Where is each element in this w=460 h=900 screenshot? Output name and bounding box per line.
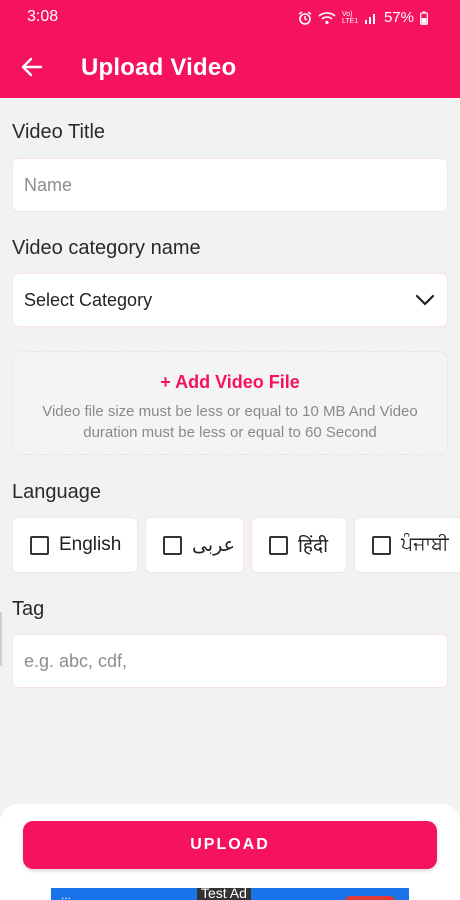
language-label: Language xyxy=(12,481,101,503)
ad-cta-button[interactable] xyxy=(345,896,395,900)
language-option-punjabi[interactable]: ਪੰਜਾਬੀ xyxy=(354,517,460,573)
tag-label: Tag xyxy=(12,598,45,620)
upload-button[interactable]: UPLOAD xyxy=(23,821,437,869)
wifi-icon xyxy=(318,11,336,25)
signal-icon xyxy=(364,11,378,25)
category-selected-value: Select Category xyxy=(24,289,153,310)
network-label: Vo) LTE1 xyxy=(341,10,359,25)
checkbox-icon xyxy=(30,535,49,555)
category-label: Video category name xyxy=(12,237,201,259)
tag-field[interactable] xyxy=(12,634,448,688)
video-file-hint: Video file size must be less or equal to… xyxy=(42,403,418,441)
chevron-down-icon xyxy=(415,294,435,306)
language-option-english[interactable]: English xyxy=(12,517,138,573)
checkbox-icon xyxy=(269,535,288,555)
language-option-label: हिंदी xyxy=(298,536,329,557)
language-list[interactable]: English عربى हिंदी ਪੰਜਾਬੀ xyxy=(12,517,460,573)
status-icons: Vo) LTE1 57% xyxy=(298,9,428,26)
category-select[interactable]: Select Category xyxy=(12,273,448,327)
language-option-hindi[interactable]: हिंदी xyxy=(251,517,347,573)
language-option-label: ਪੰਜਾਬੀ xyxy=(401,534,449,555)
language-option-arabic[interactable]: عربى xyxy=(145,517,244,573)
status-bar: 3:08 Vo) LTE1 57% xyxy=(0,0,460,36)
add-video-file-button[interactable]: + Add Video File xyxy=(13,372,447,393)
add-video-file-area[interactable]: + Add Video File Video file size must be… xyxy=(12,351,448,455)
test-ad-badge: Test Ad xyxy=(197,888,251,900)
arrow-left-icon xyxy=(21,57,43,77)
app-bar: Upload Video xyxy=(0,36,460,98)
ad-text: ... xyxy=(61,888,72,900)
tag-input[interactable] xyxy=(13,635,447,687)
page-title: Upload Video xyxy=(81,54,237,81)
status-time: 3:08 xyxy=(27,8,59,25)
video-title-field[interactable] xyxy=(12,158,448,212)
checkbox-icon xyxy=(372,535,391,555)
battery-icon xyxy=(420,11,428,25)
language-option-label: عربى xyxy=(192,534,235,556)
checkbox-icon xyxy=(163,535,182,555)
language-option-label: English xyxy=(59,534,122,555)
video-title-input[interactable] xyxy=(13,159,447,211)
back-button[interactable] xyxy=(18,53,46,81)
ad-banner[interactable]: ... Test Ad xyxy=(51,888,409,900)
video-title-label: Video Title xyxy=(12,121,106,143)
scroll-edge xyxy=(0,612,4,666)
battery-percent: 57% xyxy=(383,9,414,26)
alarm-icon xyxy=(298,10,312,25)
